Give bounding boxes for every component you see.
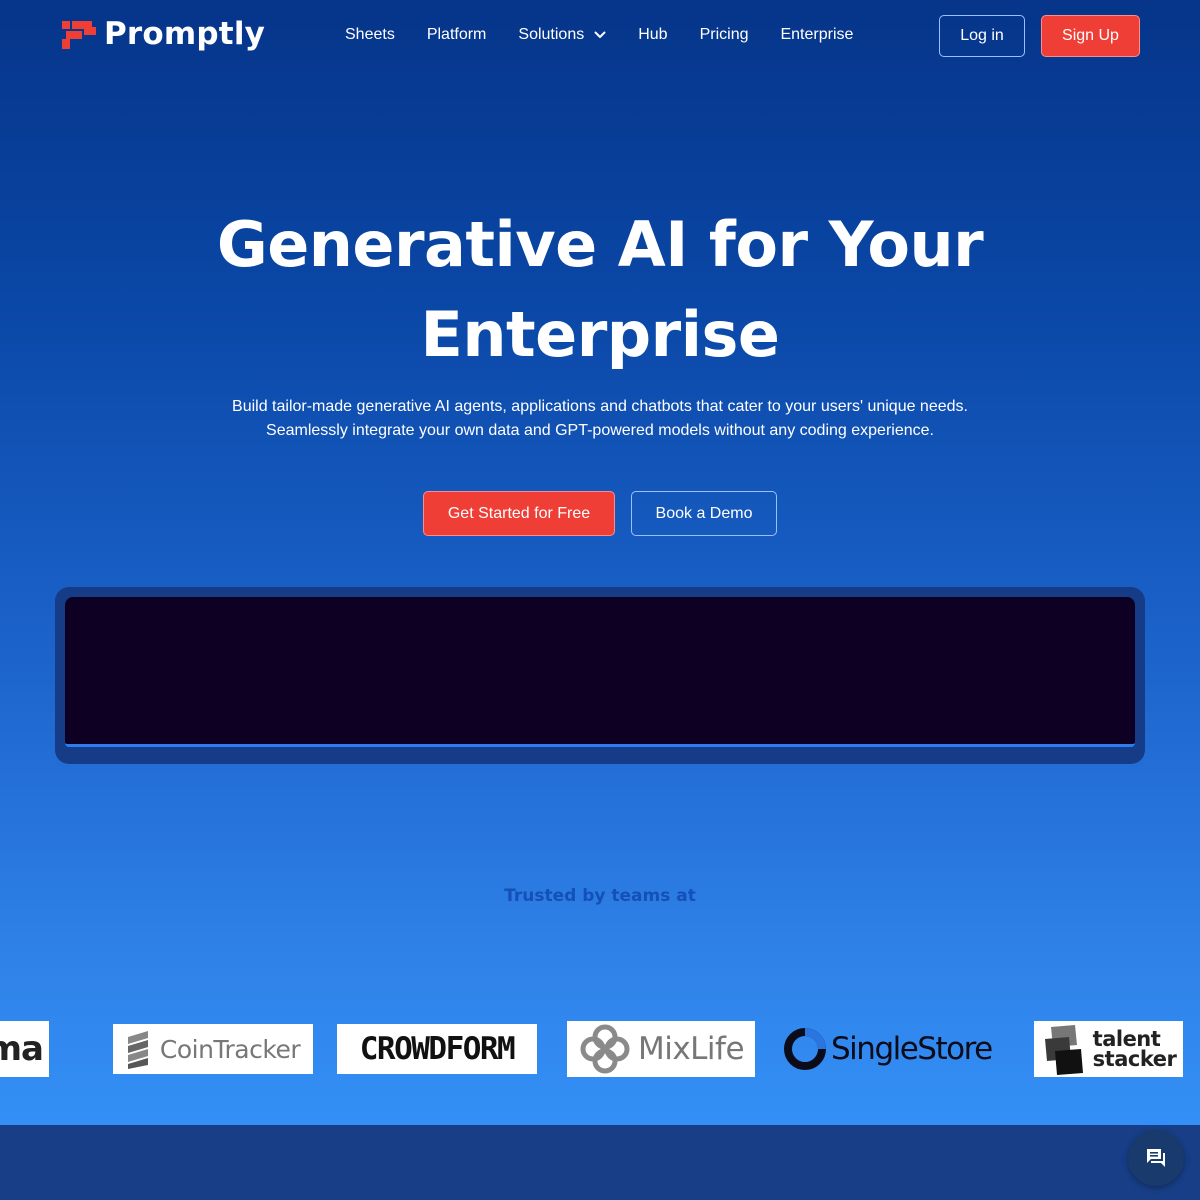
main-nav: Sheets Platform Solutions Hub Pricing En… bbox=[345, 26, 885, 44]
brand-logo[interactable]: Promptly bbox=[62, 14, 265, 54]
hero-subtitle-line-2: Seamlessly integrate your own data and G… bbox=[266, 422, 934, 439]
logo-mark-icon bbox=[62, 19, 98, 49]
trusted-heading: Trusted by teams at bbox=[504, 886, 696, 906]
nav-item-hub[interactable]: Hub bbox=[638, 26, 667, 44]
talentstacker-wordmark: talent stacker bbox=[1092, 1027, 1177, 1071]
cointracker-wordmark: CoinTracker bbox=[159, 1034, 301, 1064]
customer-logo-partial: ma bbox=[0, 1021, 49, 1077]
brand-name: Promptly bbox=[104, 16, 266, 52]
get-started-button[interactable]: Get Started for Free bbox=[423, 491, 615, 536]
demo-video-frame bbox=[55, 587, 1145, 764]
customer-logo-mixlife: MixLife bbox=[567, 1021, 755, 1077]
signup-button[interactable]: Sign Up bbox=[1041, 15, 1140, 57]
crowdform-wordmark: CROWDFORM bbox=[359, 1031, 516, 1067]
book-demo-button[interactable]: Book a Demo bbox=[631, 491, 777, 536]
talentstacker-line-2: stacker bbox=[1092, 1047, 1177, 1071]
talentstacker-mark-icon bbox=[1044, 1025, 1083, 1075]
singlestore-mark-icon bbox=[784, 1028, 826, 1070]
login-button[interactable]: Log in bbox=[939, 15, 1025, 57]
nav-item-enterprise[interactable]: Enterprise bbox=[780, 26, 853, 44]
hero-title-line-2: Enterprise bbox=[420, 298, 780, 371]
singlestore-wordmark: SingleStore bbox=[831, 1031, 993, 1067]
nav-item-platform[interactable]: Platform bbox=[427, 26, 487, 44]
nav-item-pricing[interactable]: Pricing bbox=[700, 26, 749, 44]
nav-item-solutions[interactable]: Solutions bbox=[518, 26, 606, 44]
nav-item-sheets[interactable]: Sheets bbox=[345, 26, 395, 44]
mixlife-wordmark: MixLife bbox=[637, 1031, 745, 1067]
hero-title: Generative AI for Your Enterprise bbox=[100, 200, 1100, 380]
hero-title-line-1: Generative AI for Your bbox=[216, 208, 984, 281]
customer-logo-cointracker: CoinTracker bbox=[113, 1024, 313, 1074]
nav-item-solutions-label: Solutions bbox=[518, 26, 585, 43]
site-header: Promptly Sheets Platform Solutions Hub P… bbox=[0, 0, 1200, 72]
hero-subtitle: Build tailor-made generative AI agents, … bbox=[100, 395, 1100, 443]
hero-subtitle-line-1: Build tailor-made generative AI agents, … bbox=[232, 398, 968, 415]
customer-logo-talentstacker: talent stacker bbox=[1034, 1021, 1183, 1077]
customer-logos: ma CoinTracker CROWDFORM MixLife SingleS… bbox=[0, 1018, 1200, 1080]
customer-logo-partial-text: ma bbox=[0, 1029, 44, 1069]
cointracker-mark-icon bbox=[127, 1031, 148, 1069]
chevron-down-icon bbox=[594, 31, 606, 38]
customer-logo-singlestore: SingleStore bbox=[783, 1026, 993, 1072]
talentstacker-line-1: talent bbox=[1092, 1027, 1161, 1051]
chat-icon bbox=[1147, 1149, 1165, 1167]
demo-video[interactable] bbox=[65, 597, 1135, 747]
chat-widget-button[interactable] bbox=[1128, 1130, 1184, 1186]
next-section-band bbox=[0, 1125, 1200, 1200]
customer-logo-crowdform: CROWDFORM bbox=[337, 1024, 537, 1074]
mixlife-mark-icon bbox=[580, 1024, 630, 1074]
